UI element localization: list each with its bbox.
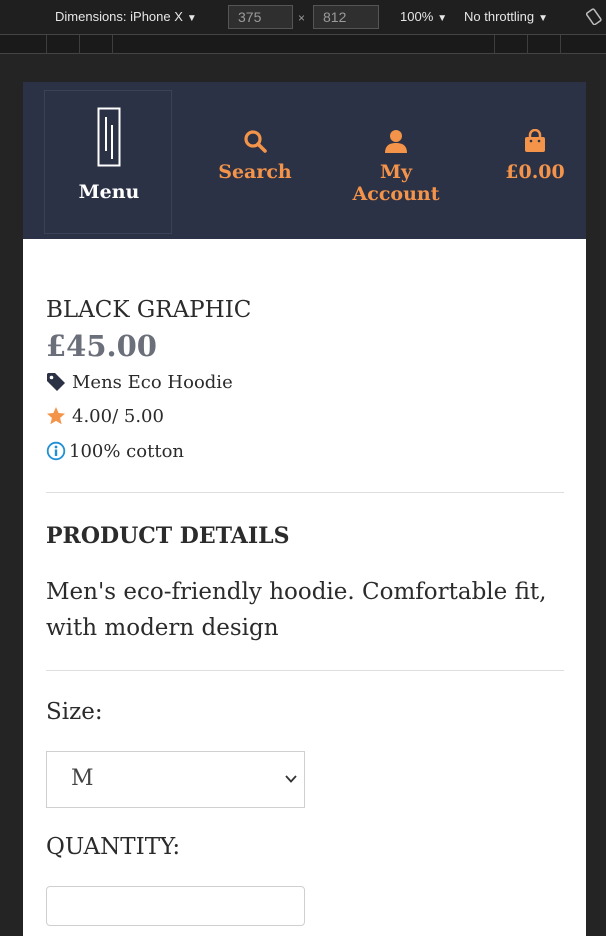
device-dimensions-dropdown[interactable]: Dimensions: iPhone X ▼ (55, 9, 197, 24)
ruler-tick (46, 35, 47, 54)
product-content: BLACK GRAPHIC £45.00 Mens Eco Hoodie 4.0… (46, 297, 564, 926)
nav-cart-total: £0.00 (505, 161, 565, 183)
ruler-tick (112, 35, 113, 54)
product-description: Men's eco-friendly hoodie. Comfortable f… (46, 579, 547, 641)
logo-icon (97, 107, 121, 167)
size-label: Size: (46, 699, 103, 725)
site-header: Menu Search My Account £0.00 (23, 82, 586, 239)
ruler-tick (560, 35, 561, 54)
devtools-device-toolbar: Dimensions: iPhone X ▼ 375 × 812 100% ▼ No… (0, 0, 606, 34)
media-query-ruler (0, 34, 606, 54)
nav-account-link[interactable]: My Account (334, 129, 458, 205)
product-rating: 4.00/ 5.00 (46, 403, 564, 429)
product-material-label: 100% cotton (69, 440, 184, 462)
chevron-down-icon (285, 775, 297, 783)
divider (46, 492, 564, 493)
chevron-down-icon: ▼ (538, 13, 548, 24)
nav-cart-link[interactable]: £0.00 (501, 129, 569, 183)
zoom-label: 100% (400, 9, 434, 24)
quantity-input[interactable] (46, 886, 305, 926)
viewport-width-input[interactable]: 375 (228, 5, 293, 29)
mobile-viewport: Menu Search My Account £0.00 BLACK GRAPH… (23, 82, 586, 936)
divider (46, 670, 564, 671)
menu-button[interactable]: Menu (44, 90, 172, 234)
search-icon (244, 130, 267, 153)
product-material: 100% cotton (46, 438, 564, 464)
product-price: £45.00 (46, 329, 157, 363)
nav-search-label: Search (218, 161, 292, 183)
chevron-down-icon: ▼ (186, 13, 197, 24)
nav-search-link[interactable]: Search (216, 129, 294, 183)
dimension-separator: × (298, 11, 306, 25)
product-category[interactable]: Mens Eco Hoodie (46, 369, 564, 395)
size-selected-value: M (71, 766, 94, 791)
product-category-label: Mens Eco Hoodie (72, 371, 233, 393)
product-rating-value: 4.00/ 5.00 (72, 405, 164, 427)
zoom-dropdown[interactable]: 100% ▼ (400, 9, 447, 24)
ruler-tick (79, 35, 80, 54)
rotate-icon[interactable] (586, 7, 604, 25)
throttling-dropdown[interactable]: No throttling ▼ (464, 9, 548, 24)
user-icon (385, 130, 407, 153)
viewport-height-input[interactable]: 812 (313, 5, 379, 29)
size-select[interactable]: M (46, 751, 305, 808)
menu-label: Menu (78, 181, 140, 203)
ruler-tick (494, 35, 495, 54)
shopping-bag-icon (525, 129, 545, 152)
product-title: BLACK GRAPHIC (46, 297, 252, 323)
throttling-label: No throttling (464, 9, 535, 24)
info-icon (46, 441, 66, 461)
quantity-label: QUANTITY: (46, 834, 181, 860)
nav-account-label: My Account (352, 161, 440, 205)
device-dimensions-label: Dimensions: iPhone X (55, 9, 183, 24)
chevron-down-icon: ▼ (437, 13, 448, 24)
star-icon (47, 407, 65, 425)
ruler-tick (527, 35, 528, 54)
product-details-heading: PRODUCT DETAILS (46, 523, 290, 549)
tag-icon (47, 373, 65, 391)
